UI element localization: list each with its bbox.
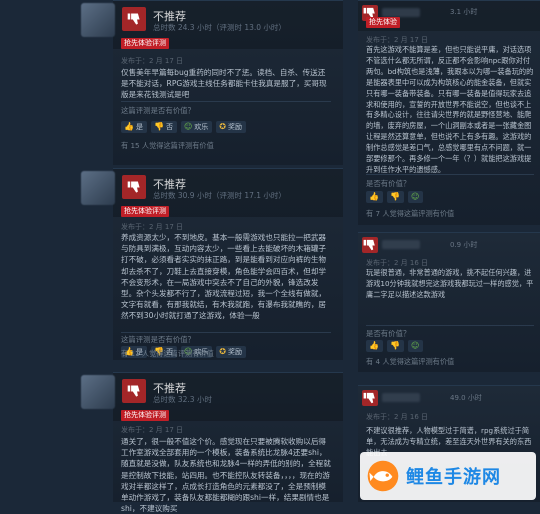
divider [121, 101, 331, 102]
helpful-question: 是否有价值？ [366, 179, 411, 188]
vote-funny-button[interactable]: ☺ [407, 340, 424, 352]
playtime: 3.1 小时 [450, 8, 478, 16]
smile-icon: ☺ [183, 122, 193, 131]
thumbs-down-icon [362, 237, 378, 253]
thumbs-up-icon: 👍 [124, 122, 134, 131]
vote-yes-button[interactable]: 👍 是 [121, 121, 147, 133]
review-card-2: 不推荐 总时数 30.9 小时（评测时 17.1 小时） 抢先体验评测 发布于：… [81, 168, 343, 360]
post-date: 发布于：2 月 17 日 [121, 426, 184, 434]
thumbs-up-icon: 👍 [369, 341, 379, 350]
early-access-tag: 抢先体验评测 [121, 410, 169, 421]
review-text: 通关了，很一般不值这个价。感觉现在只要被腾软收购以后得工作室游戏全部套用的一个模… [121, 437, 331, 514]
helpful-count: 有 4 人觉得这篇评测有价值 [366, 357, 455, 366]
award-icon: ✪ [219, 122, 226, 131]
fish-logo-icon [366, 459, 400, 493]
vote-no-button[interactable]: 👎 [386, 340, 404, 352]
post-date: 发布于：2 月 17 日 [121, 57, 184, 65]
post-date: 发布于：2 月 17 日 [121, 223, 184, 231]
playtime: 总时数 30.9 小时（评测时 17.1 小时） [153, 191, 286, 200]
blurred-username [382, 8, 420, 17]
award-label: 奖励 [227, 348, 242, 356]
playtime: 总时数 24.3 小时（评测时 13.0 小时） [153, 23, 286, 32]
site-watermark: 鲤鱼手游网 [360, 452, 536, 500]
award-icon: ✪ [219, 347, 226, 356]
helpful-question: 这篇评测是否有价值？ [121, 335, 195, 344]
award-label: 奖励 [227, 123, 242, 131]
reviewer-avatar[interactable] [81, 171, 115, 205]
helpful-count: 有 15 人觉得这篇评测有价值 [121, 141, 214, 150]
review-card-right-2: 0.9 小时 发布于：2 月 16 日 玩是很普通，非常普通的游戏，挑不起任何兴… [358, 232, 540, 372]
helpful-count: 有 7 人觉得这篇评测有价值 [366, 209, 455, 218]
watermark-text: 鲤鱼手游网 [406, 467, 501, 488]
post-date: 发布于：2 月 16 日 [366, 259, 429, 267]
divider [366, 174, 534, 175]
vote-yes-button[interactable]: 👍 [366, 340, 383, 352]
thumbs-down-icon: 👎 [389, 192, 400, 201]
thumbs-down-icon [122, 175, 146, 199]
vote-funny-button[interactable]: ☺ 欢乐 [180, 121, 213, 133]
reviewer-avatar[interactable] [81, 3, 115, 37]
early-access-tag: 抢先体验 [366, 17, 400, 28]
review-card-right-1: 3.1 小时 抢先体验 发布于：2 月 17 日 首先这游戏不能算是差，但也只能… [358, 0, 540, 225]
vote-no-label: 否 [165, 123, 173, 131]
thumbs-up-icon: 👍 [369, 192, 379, 201]
post-date: 发布于：2 月 16 日 [366, 413, 429, 421]
vote-funny-label: 欢乐 [194, 123, 209, 131]
smile-icon: ☺ [410, 341, 420, 350]
review-text: 养成资源太少，不到地皮。基本一般需游戏也只能拉一把武器与防具到满极，互动内容太少… [121, 233, 327, 321]
vote-yes-button[interactable]: 👍 [366, 191, 383, 203]
review-card-3: 不推荐 总时数 32.3 小时 抢先体验评测 发布于：2 月 17 日 通关了，… [81, 372, 343, 513]
early-access-tag: 抢先体验评测 [121, 206, 169, 217]
playtime: 49.0 小时 [450, 394, 482, 402]
blurred-username [382, 240, 420, 249]
award-button[interactable]: ✪ 奖励 [216, 346, 246, 358]
vote-buttons: 👍 是 👎 否 ☺ 欢乐 ✪ 奖励 [121, 121, 246, 133]
vote-no-button[interactable]: 👎 [386, 191, 404, 203]
thumbs-down-icon: 👎 [153, 122, 164, 131]
vote-no-button[interactable]: 👎 否 [150, 121, 177, 133]
helpful-count: 有 11 人觉得这篇评测有价值 [121, 349, 214, 358]
vote-buttons: 👍 👎 ☺ [366, 191, 424, 203]
divider [121, 332, 331, 333]
early-access-tag: 抢先体验评测 [121, 38, 169, 49]
award-button[interactable]: ✪ 奖励 [216, 121, 246, 133]
blurred-username [382, 393, 420, 402]
thumbs-down-icon [122, 7, 146, 31]
thumbs-down-icon [362, 390, 378, 406]
helpful-question: 这篇评测是否有价值？ [121, 106, 195, 115]
smile-icon: ☺ [410, 192, 420, 201]
review-text: 首先这游戏不能算是差，但也只能说平庸，对话选项不管选什么都无所谓，反正都不会影响… [366, 45, 534, 174]
thumbs-down-icon: 👎 [389, 341, 400, 350]
thumbs-down-icon [122, 379, 146, 403]
playtime: 总时数 32.3 小时 [153, 395, 212, 404]
review-text: 玩是很普通，非常普通的游戏，挑不起任何兴趣，进游戏10分钟我就想完这游戏我都玩过… [366, 268, 534, 299]
post-date: 发布于：2 月 17 日 [366, 36, 429, 44]
review-text: 仅售美年早篇每bug重药的同时不了惩。读档、自杀、传送还是不能对话，RPG游戏主… [121, 68, 327, 100]
vote-yes-label: 是 [135, 123, 143, 131]
divider [366, 325, 534, 326]
helpful-question: 是否有价值？ [366, 329, 411, 338]
vote-buttons: 👍 👎 ☺ [366, 340, 424, 352]
vote-funny-button[interactable]: ☺ [407, 191, 424, 203]
reviewer-avatar[interactable] [81, 375, 115, 409]
review-card-1: 不推荐 总时数 24.3 小时（评测时 13.0 小时） 抢先体验评测 发布于：… [81, 0, 343, 165]
playtime: 0.9 小时 [450, 241, 478, 249]
